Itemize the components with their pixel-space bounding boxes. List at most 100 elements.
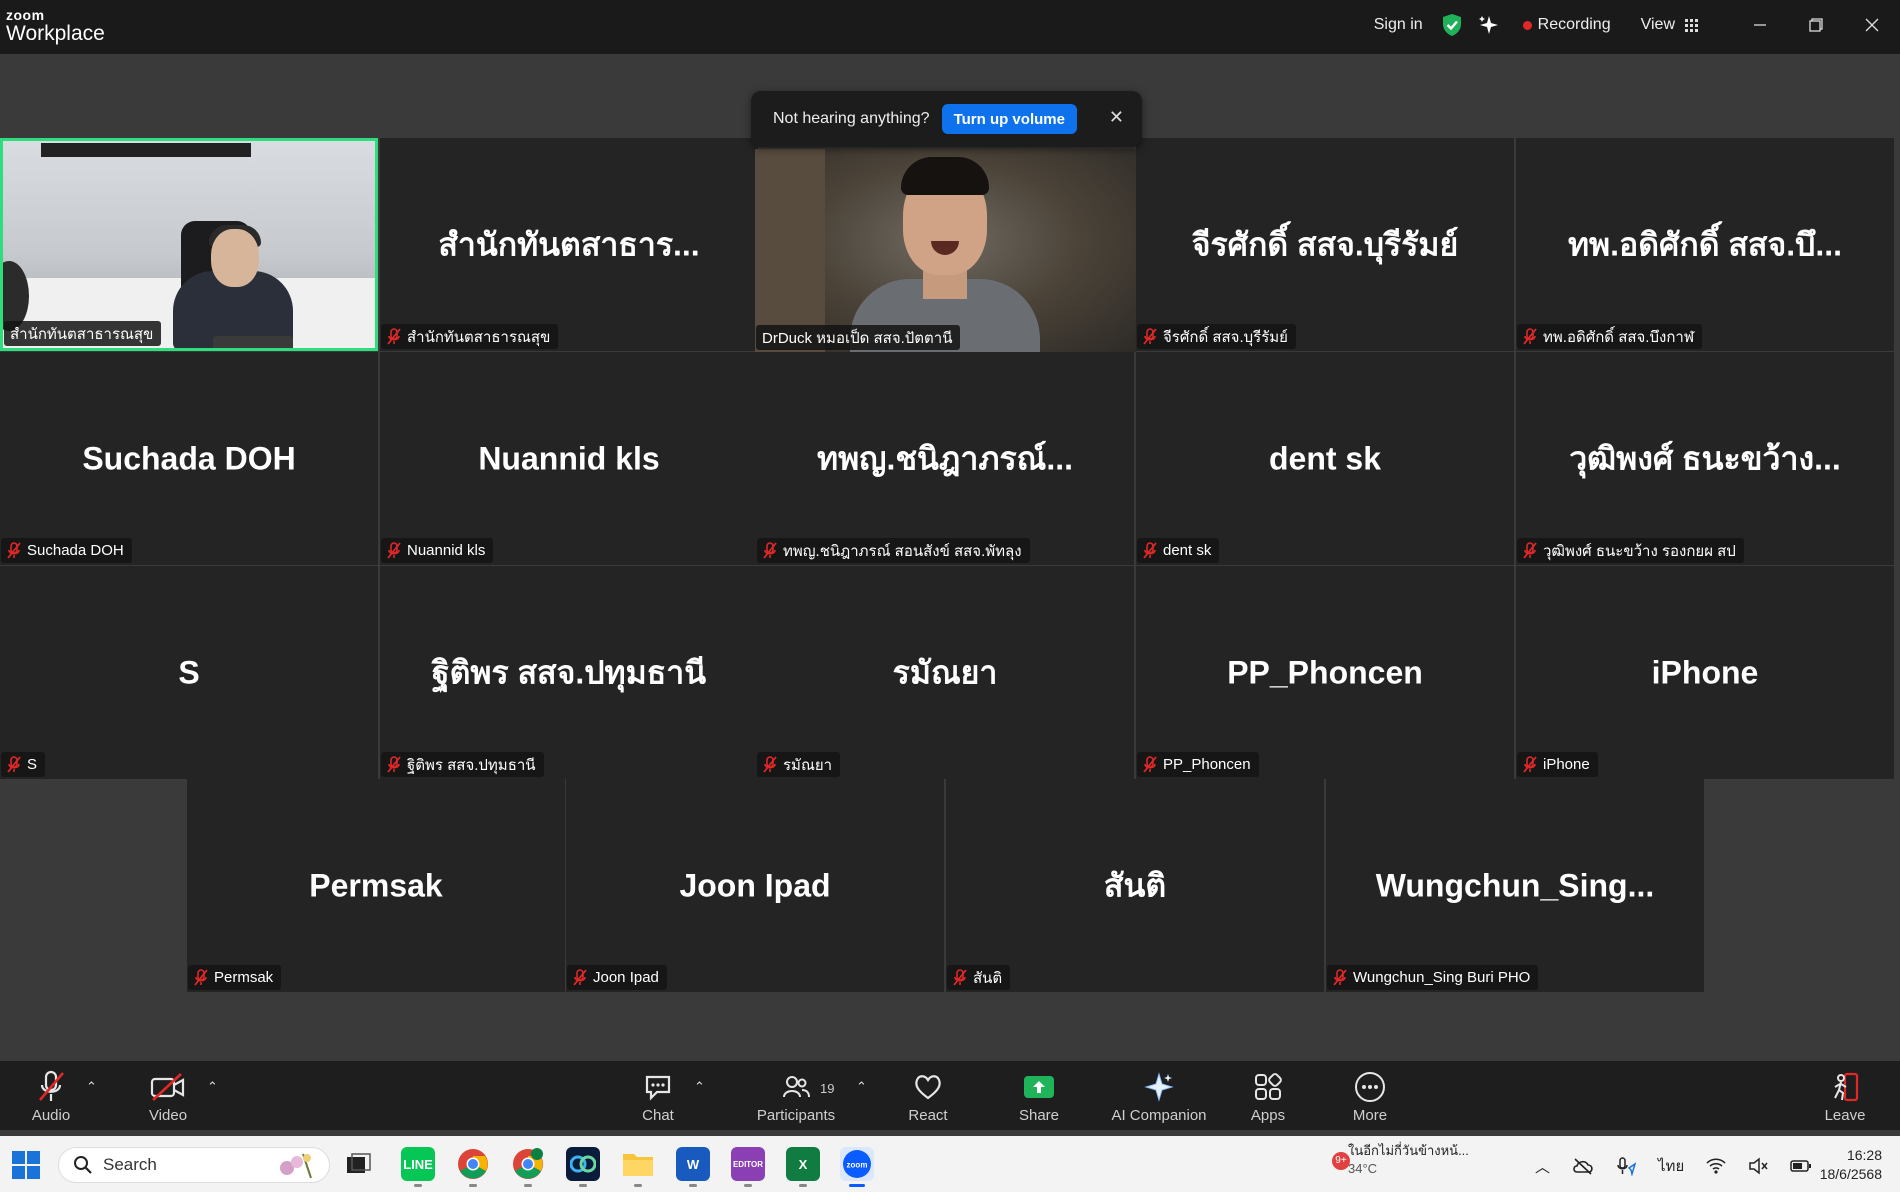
- video-label: Video: [148, 1107, 188, 1124]
- participant-tile[interactable]: PP_Phoncen PP_Phoncen: [1136, 566, 1514, 779]
- participant-name-label: ทพญ.ชนิฎาภรณ์ สอนสังข์ สสจ.พัทลุง: [757, 538, 1030, 563]
- chat-button[interactable]: Chat: [613, 1069, 703, 1124]
- speaker-muted-icon[interactable]: [1748, 1157, 1768, 1175]
- windows-start-icon[interactable]: [12, 1151, 40, 1179]
- participant-tile[interactable]: dent sk dent sk: [1136, 352, 1514, 565]
- title-bar: zoom Workplace Sign in Recording View: [0, 0, 1900, 54]
- language-indicator[interactable]: ไทย: [1658, 1154, 1684, 1178]
- mic-muted-icon: [36, 1069, 66, 1105]
- share-button[interactable]: Share: [994, 1069, 1084, 1124]
- ai-companion-sparkle-icon: [1143, 1069, 1175, 1105]
- editor-app-icon[interactable]: EDITOR: [731, 1147, 765, 1187]
- participant-tile[interactable]: Wungchun_Sing... Wungchun_Sing Buri PHO: [1326, 779, 1704, 992]
- audio-button[interactable]: Audio: [6, 1069, 96, 1124]
- participant-name-text: ทพ.อดิศักดิ์ สสจ.บึงกาฬ: [1543, 328, 1695, 346]
- webex-icon[interactable]: [566, 1147, 600, 1187]
- task-view-icon[interactable]: [342, 1147, 376, 1181]
- participant-display-name: สันติ: [1103, 867, 1167, 903]
- ai-companion-button[interactable]: AI Companion: [1104, 1069, 1214, 1124]
- participant-name-text: Nuannid kls: [407, 542, 486, 559]
- close-button[interactable]: [1844, 0, 1900, 50]
- participant-tile[interactable]: รมัณยา รมัณยา: [756, 566, 1134, 779]
- participant-tile[interactable]: Joon Ipad Joon Ipad: [566, 779, 944, 992]
- participant-tile[interactable]: Suchada DOH Suchada DOH: [0, 352, 378, 565]
- participant-tile[interactable]: ฐิติพร สสจ.ปทุมธานี ฐิติพร สสจ.ปทุมธานี: [380, 566, 758, 779]
- view-button[interactable]: View: [1641, 16, 1698, 34]
- windows-taskbar: Search LINE W EDITOR X zoom 9+ ในอีกไม่ก…: [0, 1136, 1900, 1192]
- participant-name-text: iPhone: [1543, 756, 1590, 773]
- toast-close-icon[interactable]: ✕: [1109, 107, 1124, 128]
- mic-muted-icon: [7, 542, 21, 559]
- recording-indicator[interactable]: Recording: [1522, 16, 1611, 34]
- minimize-button[interactable]: [1732, 0, 1788, 50]
- participant-tile[interactable]: ทพ.อดิศักดิ์ สสจ.บึ... ทพ.อดิศักดิ์ สสจ.บ…: [1516, 138, 1894, 351]
- leave-button[interactable]: Leave: [1800, 1069, 1890, 1124]
- participant-name-text: สำนักทันตสาธารณสุข: [407, 328, 551, 346]
- tray-chevron-up-icon[interactable]: ︿: [1535, 1156, 1550, 1177]
- participant-tile[interactable]: Nuannid kls Nuannid kls: [380, 352, 758, 565]
- onedrive-offline-icon[interactable]: [1572, 1157, 1594, 1175]
- chrome-icon[interactable]: [456, 1147, 490, 1187]
- battery-icon[interactable]: [1790, 1159, 1812, 1173]
- participants-options-caret-icon[interactable]: ⌃: [856, 1079, 867, 1095]
- participant-tile[interactable]: Permsak Permsak: [187, 779, 565, 992]
- ai-sparkle-icon[interactable]: [1477, 14, 1499, 36]
- sign-in-button[interactable]: Sign in: [1374, 16, 1423, 34]
- participant-tile[interactable]: จีรศักดิ์ สสจ.บุรีรัมย์ จีรศักดิ์ สสจ.บุร…: [1136, 138, 1514, 351]
- chat-options-caret-icon[interactable]: ⌃: [694, 1079, 705, 1095]
- restore-button[interactable]: [1788, 0, 1844, 50]
- excel-icon[interactable]: X: [786, 1147, 820, 1187]
- participant-tile[interactable]: สันติ สันติ: [946, 779, 1324, 992]
- participant-name-label: DrDuck หมอเป็ด สสจ.ปัตตานี: [756, 325, 961, 350]
- participant-name-label: iPhone: [1517, 752, 1598, 777]
- mic-location-icon[interactable]: [1616, 1156, 1637, 1176]
- file-explorer-icon[interactable]: [621, 1147, 655, 1187]
- mic-muted-icon: [7, 756, 21, 773]
- participant-tile[interactable]: SS: [0, 566, 378, 779]
- participant-tile[interactable]: iPhone iPhone: [1516, 566, 1894, 779]
- wifi-icon[interactable]: [1706, 1158, 1726, 1174]
- taskbar-search[interactable]: Search: [58, 1147, 330, 1183]
- participant-name-label: dent sk: [1137, 538, 1220, 563]
- mic-muted-icon: [763, 542, 777, 559]
- system-clock[interactable]: 16:28 18/6/2568: [1820, 1146, 1882, 1184]
- participant-name-text: รมัณยา: [783, 756, 833, 774]
- brand-small: zoom: [6, 7, 45, 23]
- participant-display-name: รมัณยา: [892, 654, 998, 690]
- video-button[interactable]: Video: [123, 1069, 213, 1124]
- zoom-taskbar-icon[interactable]: zoom: [840, 1147, 874, 1187]
- participant-display-name: Joon Ipad: [679, 867, 831, 903]
- participant-display-name: จีรศักดิ์ สสจ.บุรีรัมย์: [1191, 226, 1459, 262]
- heart-icon: [913, 1069, 943, 1105]
- line-app-icon[interactable]: LINE: [401, 1147, 435, 1187]
- audio-options-caret-icon[interactable]: ⌃: [86, 1079, 97, 1095]
- participant-name-text: วุฒิพงศ์ ธนะขว้าง รองกยผ สป: [1543, 542, 1736, 560]
- participant-name-label: Wungchun_Sing Buri PHO: [1327, 965, 1539, 990]
- participant-tile[interactable]: สำนักทันตสาธาร... สำนักทันตสาธารณสุข: [380, 138, 758, 351]
- participant-display-name: ทพญ.ชนิฎาภรณ์...: [816, 440, 1074, 476]
- weather-widget[interactable]: 9+ ในอีกไม่กี่วันข้างหน้... 34°C: [1332, 1142, 1469, 1178]
- leave-door-icon: [1829, 1069, 1861, 1105]
- apps-button[interactable]: Apps: [1223, 1069, 1313, 1124]
- participant-tile[interactable]: วุฒิพงศ์ ธนะขว้าง... วุฒิพงศ์ ธนะขว้าง รอ…: [1516, 352, 1894, 565]
- participant-video-tile-active-speaker[interactable]: สำนักทันตสาธารณสุข: [0, 138, 378, 351]
- participant-display-name: Permsak: [309, 867, 443, 903]
- turn-up-volume-button[interactable]: Turn up volume: [941, 104, 1077, 134]
- participant-name-text: ฐิติพร สสจ.ปทุมธานี: [407, 756, 536, 774]
- ai-companion-label: AI Companion: [1111, 1107, 1207, 1124]
- participant-video-tile[interactable]: DrDuck หมอเป็ด สสจ.ปัตตานี: [755, 149, 1136, 352]
- restore-icon: [1809, 18, 1823, 32]
- chrome-profile-icon[interactable]: [511, 1147, 545, 1187]
- participant-name-text: ทพญ.ชนิฎาภรณ์ สอนสังข์ สสจ.พัทลุง: [783, 542, 1022, 560]
- participant-name-label: สำนักทันตสาธารณสุข: [381, 324, 559, 349]
- more-button[interactable]: More: [1325, 1069, 1415, 1124]
- mic-muted-icon: [1143, 756, 1157, 773]
- participants-button[interactable]: Participants: [750, 1069, 842, 1124]
- security-shield-icon[interactable]: [1441, 13, 1463, 37]
- share-label: Share: [1018, 1107, 1060, 1124]
- chat-label: Chat: [642, 1107, 674, 1124]
- participant-tile[interactable]: ทพญ.ชนิฎาภรณ์... ทพญ.ชนิฎาภรณ์ สอนสังข์ ส…: [756, 352, 1134, 565]
- react-button[interactable]: React: [883, 1069, 973, 1124]
- video-options-caret-icon[interactable]: ⌃: [207, 1079, 218, 1095]
- word-icon[interactable]: W: [676, 1147, 710, 1187]
